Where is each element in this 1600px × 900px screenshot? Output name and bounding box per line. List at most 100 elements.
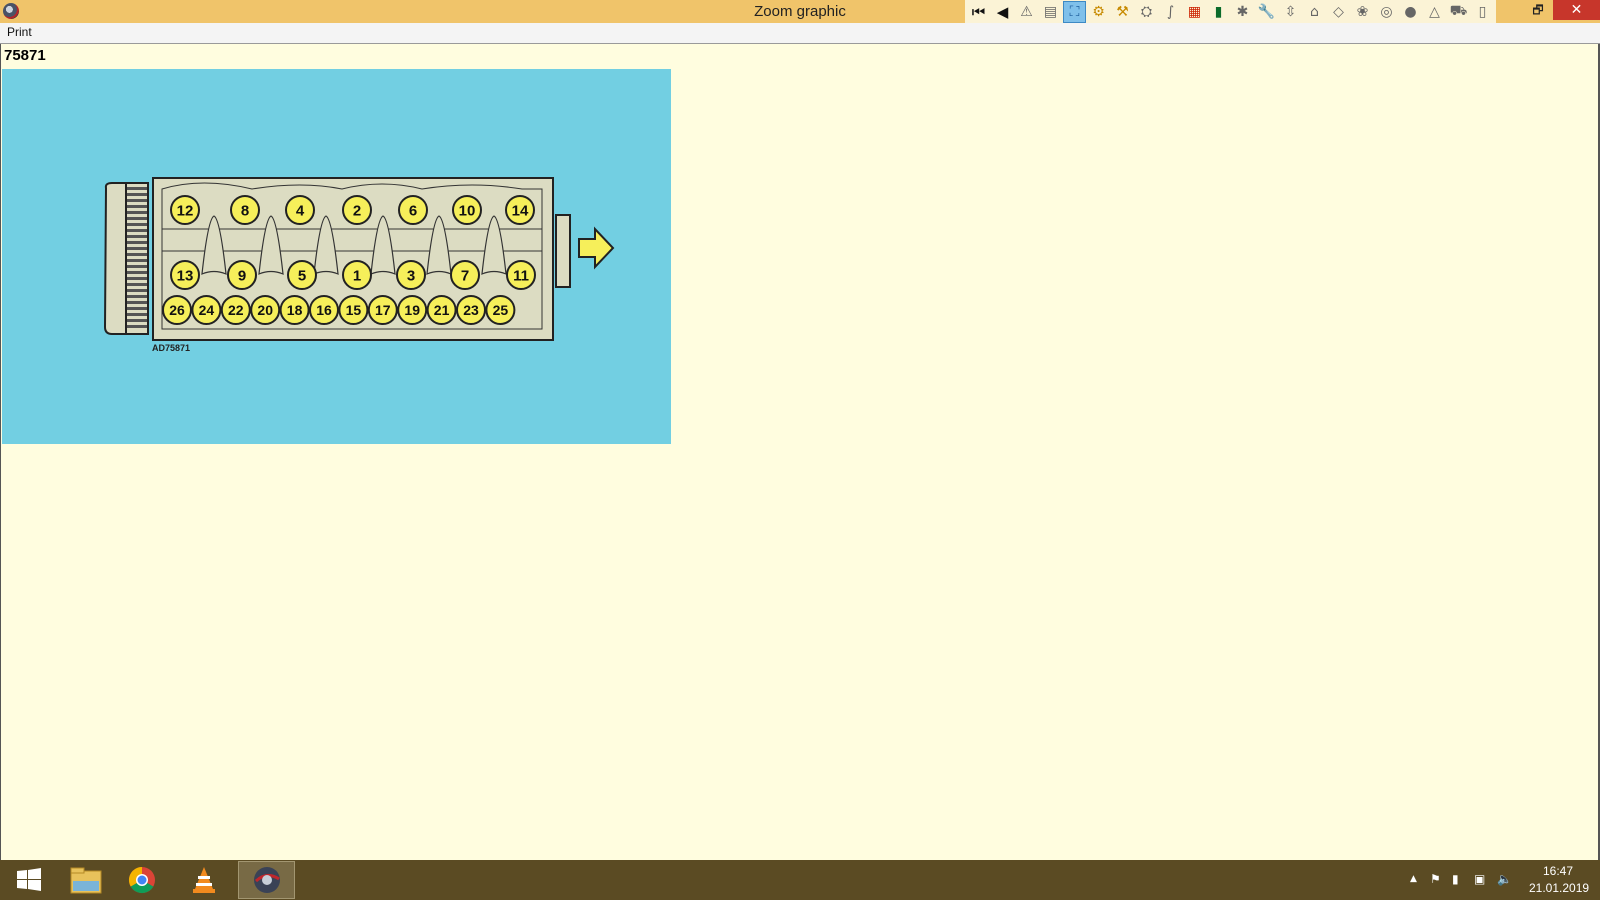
windows-start-icon xyxy=(16,868,41,891)
power-icon[interactable]: ▮ xyxy=(1452,872,1459,886)
gear-tooth xyxy=(127,187,147,190)
menu-item-print[interactable]: Print xyxy=(7,25,32,39)
volume-icon[interactable]: 🔈 xyxy=(1497,872,1512,886)
bolt-number: 24 xyxy=(199,302,215,318)
toolbar-button-hose[interactable]: ∫ xyxy=(1159,1,1182,23)
bolt-number: 9 xyxy=(238,267,246,284)
bolt-number: 19 xyxy=(404,302,420,318)
toolbar-button-seat[interactable]: ⌂ xyxy=(1303,1,1326,23)
bolt-number-badge: 26 xyxy=(162,295,192,325)
app-icon[interactable] xyxy=(3,3,19,19)
graphic-caption: AD75871 xyxy=(152,343,190,353)
toolbar-button-document[interactable]: ▤ xyxy=(1039,1,1062,23)
bolt-number-badge: 8 xyxy=(230,195,260,225)
toolbar-button-triangle[interactable]: △ xyxy=(1423,1,1446,23)
taskbar-item-vlc[interactable] xyxy=(175,861,232,899)
bolt-number-badge: 11 xyxy=(506,260,536,290)
toolbar-button-gear-wheel[interactable]: ⛭ xyxy=(1135,1,1158,23)
document-icon: ▤ xyxy=(1043,3,1058,20)
bolt-number-badge: 9 xyxy=(227,260,257,290)
bolt-number: 3 xyxy=(407,267,415,284)
zoom-graphic-icon: ⛶ xyxy=(1069,3,1080,20)
close-button[interactable]: ✕ xyxy=(1553,0,1600,20)
bolt-number: 25 xyxy=(493,302,509,318)
triangle-icon: △ xyxy=(1429,3,1440,20)
gear-tooth xyxy=(127,199,147,202)
gear-tooth xyxy=(127,271,147,274)
gear-tooth xyxy=(127,223,147,226)
bolt-number-badge: 13 xyxy=(170,260,200,290)
file-explorer-icon xyxy=(70,867,101,894)
action-center-flag-icon[interactable]: ⚑ xyxy=(1430,872,1441,886)
network-icon[interactable]: ▣ xyxy=(1474,872,1485,886)
toolbar-button-wrench[interactable]: 🔧 xyxy=(1255,1,1278,23)
toolbar-button-warning[interactable]: ⚠ xyxy=(1015,1,1038,23)
toolbar-button-previous-page[interactable]: ◀ xyxy=(991,1,1014,23)
gear-tooth xyxy=(127,277,147,280)
chrome-icon xyxy=(128,866,155,894)
bolt-number: 15 xyxy=(346,302,362,318)
bolt-number: 12 xyxy=(177,202,194,219)
toolbar-button-first-page[interactable]: ⏮ xyxy=(967,1,990,23)
toolbar-button-brake[interactable]: ◎ xyxy=(1375,1,1398,23)
tools-icon: ⚒ xyxy=(1116,3,1129,20)
hose-icon: ∫ xyxy=(1166,3,1175,20)
gear-tooth xyxy=(127,217,147,220)
gear-tooth xyxy=(127,253,147,256)
toolbar-button-settings[interactable]: ⚙ xyxy=(1087,1,1110,23)
toolbar-button-zoom-graphic[interactable]: ⛶ xyxy=(1063,0,1086,23)
cylinder-head-diagram: 12 8 4 2 6 10 1413 9 5 1 3 7 1126 24 22 20 18 16 15 17 19 21 2… xyxy=(103,177,615,353)
bolt-number: 5 xyxy=(298,267,306,284)
repair-app-icon xyxy=(253,867,280,893)
bolt-number: 11 xyxy=(513,267,529,284)
toolbar-button-engine[interactable]: ✱ xyxy=(1231,1,1254,23)
toolbar-button-book[interactable]: ▯ xyxy=(1471,1,1494,23)
menu-bar: Print xyxy=(0,23,1600,44)
gear-tooth xyxy=(127,319,147,322)
toolbar-button-tools[interactable]: ⚒ xyxy=(1111,1,1134,23)
taskbar-item-file-explorer[interactable] xyxy=(57,861,114,899)
start-button[interactable] xyxy=(0,861,57,899)
bolt-number-badge: 12 xyxy=(170,195,200,225)
restore-button[interactable]: 🗗 xyxy=(1523,0,1553,20)
gear-tooth xyxy=(127,235,147,238)
first-page-icon: ⏮ xyxy=(971,2,986,21)
bolt-number: 8 xyxy=(241,202,249,219)
toolbar-button-body[interactable]: ◇ xyxy=(1327,1,1350,23)
wrench-icon: 🔧 xyxy=(1257,3,1276,20)
bolt-number-badge: 16 xyxy=(309,295,339,325)
toolbar-button-battery[interactable]: ▮ xyxy=(1207,1,1230,23)
bolt-number-badge: 25 xyxy=(485,295,516,325)
show-hidden-icons-icon[interactable]: ▲ xyxy=(1410,874,1417,884)
bolt-number-badge: 2 xyxy=(342,195,372,225)
gear-tooth xyxy=(127,283,147,286)
gear-tooth xyxy=(127,289,147,292)
graphic-id-label: 75871 xyxy=(4,47,46,64)
head-side-plate xyxy=(555,214,571,288)
toolbar-button-jack[interactable]: ⇳ xyxy=(1279,1,1302,23)
bolt-number: 10 xyxy=(459,202,476,219)
gear-wheel-icon: ⛭ xyxy=(1140,3,1153,20)
settings-icon: ⚙ xyxy=(1092,3,1105,20)
toolbar-button-fan[interactable]: ❀ xyxy=(1351,1,1374,23)
bolt-number: 14 xyxy=(512,202,529,219)
taskbar-item-repair-app[interactable] xyxy=(238,861,295,899)
previous-page-icon: ◀ xyxy=(996,2,1009,21)
toolbar-button-wheel[interactable]: ● xyxy=(1399,1,1422,23)
bolt-number-badge: 18 xyxy=(279,295,310,325)
bolt-number-badge: 7 xyxy=(450,260,480,290)
bolt-number: 6 xyxy=(409,202,417,219)
gear-tooth xyxy=(127,247,147,250)
toolbar-button-chart[interactable]: ▦ xyxy=(1183,1,1206,23)
bolt-number: 26 xyxy=(169,302,185,318)
zoom-graphic-image: 12 8 4 2 6 10 14 13 9 5 1 3 7 11 26 24 22 20 18 16 15 17 19 21 2… xyxy=(2,69,671,444)
bolt-number-badge: 6 xyxy=(398,195,428,225)
clock-date[interactable]: 21.01.2019 xyxy=(1529,881,1589,895)
gear-tooth xyxy=(127,193,147,196)
toolbar-button-car[interactable]: ⛟ xyxy=(1447,1,1470,23)
gear-tooth xyxy=(127,205,147,208)
taskbar-item-chrome[interactable] xyxy=(113,861,170,899)
gear-tooth xyxy=(127,211,147,214)
clock-time[interactable]: 16:47 xyxy=(1543,864,1573,878)
gear-tooth xyxy=(127,229,147,232)
